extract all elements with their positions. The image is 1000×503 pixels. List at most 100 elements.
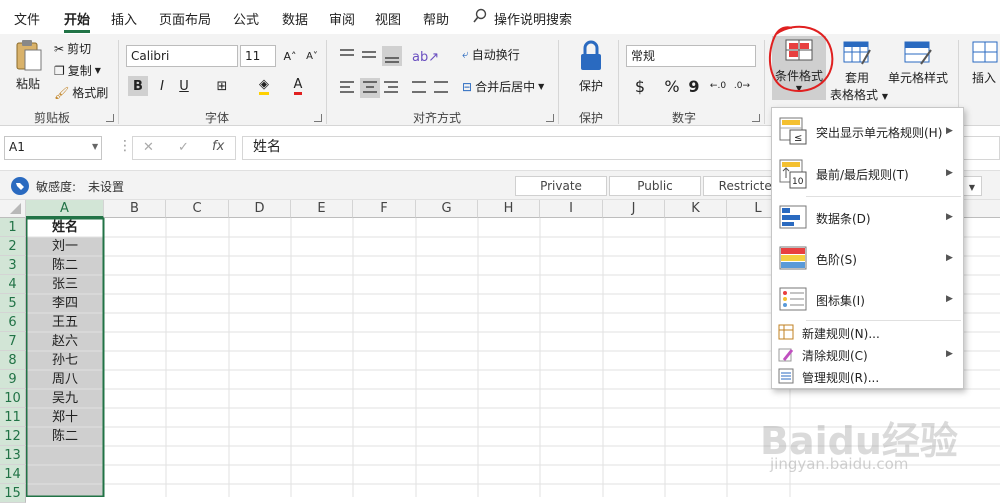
cell-a3[interactable]: 陈二 — [26, 256, 104, 275]
font-launcher[interactable] — [314, 114, 322, 122]
sensitivity-private-button[interactable]: Private — [515, 176, 607, 196]
row-header-5[interactable]: 5 — [0, 294, 26, 313]
tab-help[interactable]: 帮助 — [423, 9, 449, 28]
column-header-f[interactable]: F — [353, 200, 416, 218]
name-box[interactable]: A1 — [4, 136, 102, 160]
column-header-c[interactable]: C — [166, 200, 229, 218]
comma-button[interactable]: 9 — [684, 76, 704, 96]
enter-icon[interactable]: ✓ — [178, 140, 189, 155]
tab-data[interactable]: 数据 — [282, 9, 308, 28]
cell-a12[interactable]: 陈二 — [26, 427, 104, 446]
bold-button[interactable]: B — [128, 76, 148, 96]
column-header-j[interactable]: J — [603, 200, 665, 218]
sensitivity-dropdown-button[interactable]: ▼ — [962, 176, 982, 196]
cell-a13[interactable] — [26, 446, 104, 465]
row-header-6[interactable]: 6 — [0, 313, 26, 332]
horizontal-align-icons[interactable] — [338, 78, 458, 98]
row-header-10[interactable]: 10 — [0, 389, 26, 408]
menu-item-highlight-rules[interactable]: ≤ 突出显示单元格规则(H) ▶ — [772, 112, 963, 152]
divider — [618, 40, 619, 124]
row-header-12[interactable]: 12 — [0, 427, 26, 446]
column-header-a[interactable]: A — [26, 200, 104, 218]
increase-decimal-button[interactable]: ←.0 — [708, 76, 728, 96]
merge-center-button[interactable]: ⊟ 合并后居中 ▼ — [462, 78, 544, 95]
wrap-text-button[interactable]: ⤶ 自动换行 — [462, 46, 520, 63]
cancel-icon[interactable]: ✕ — [143, 140, 154, 155]
menu-item-manage-rules[interactable]: 管理规则(R)... — [772, 365, 963, 387]
tab-page-layout[interactable]: 页面布局 — [159, 9, 211, 28]
column-header-h[interactable]: H — [478, 200, 540, 218]
protect-button[interactable]: 保护 — [570, 38, 612, 94]
row-header-13[interactable]: 13 — [0, 446, 26, 465]
column-header-g[interactable]: G — [416, 200, 478, 218]
number-format-select[interactable]: 常规 — [626, 45, 756, 67]
cell-a11[interactable]: 郑十 — [26, 408, 104, 427]
copy-button[interactable]: ❐ 复制 ▼ — [54, 62, 101, 79]
row-header-15[interactable]: 15 — [0, 484, 26, 503]
cell-a5[interactable]: 李四 — [26, 294, 104, 313]
cell-a15[interactable] — [26, 484, 104, 503]
column-header-i[interactable]: I — [540, 200, 603, 218]
tab-file[interactable]: 文件 — [14, 9, 40, 28]
font-size-select[interactable]: 11 — [240, 45, 276, 67]
cell-a1[interactable]: 姓名 — [26, 218, 104, 237]
row-header-1[interactable]: 1 — [0, 218, 26, 237]
font-name-select[interactable]: Calibri — [126, 45, 238, 67]
row-header-3[interactable]: 3 — [0, 256, 26, 275]
alignment-launcher[interactable] — [546, 114, 554, 122]
number-launcher[interactable] — [752, 114, 760, 122]
menu-item-top-bottom-rules[interactable]: 10 最前/最后规则(T) ▶ — [772, 154, 963, 194]
font-color-button[interactable]: A — [288, 76, 308, 96]
select-all-corner[interactable] — [0, 200, 26, 218]
paste-button[interactable]: 粘贴 — [10, 38, 46, 92]
percent-button[interactable]: % — [662, 76, 682, 96]
cell-a10[interactable]: 吴九 — [26, 389, 104, 408]
cell-a6[interactable]: 王五 — [26, 313, 104, 332]
cell-a9[interactable]: 周八 — [26, 370, 104, 389]
sensitivity-public-button[interactable]: Public — [609, 176, 701, 196]
row-header-8[interactable]: 8 — [0, 351, 26, 370]
format-painter-button[interactable]: 🖌 格式刷 — [54, 84, 108, 101]
row-header-2[interactable]: 2 — [0, 237, 26, 256]
menu-item-clear-rules[interactable]: 清除规则(C) ▶ — [772, 343, 963, 365]
vertical-align-icons[interactable]: ab↗ — [338, 46, 458, 66]
clipboard-launcher[interactable] — [106, 114, 114, 122]
insert-cells-button[interactable]: 插入 — [968, 38, 1000, 86]
row-header-11[interactable]: 11 — [0, 408, 26, 427]
column-header-e[interactable]: E — [291, 200, 353, 218]
column-header-b[interactable]: B — [104, 200, 166, 218]
menu-item-data-bars[interactable]: 数据条(D) ▶ — [772, 198, 963, 238]
borders-button[interactable]: ⊞ — [212, 76, 232, 96]
menu-item-new-rule[interactable]: 新建规则(N)... — [772, 321, 963, 343]
cell-a7[interactable]: 赵六 — [26, 332, 104, 351]
currency-button[interactable]: $ — [630, 76, 650, 96]
underline-button[interactable]: U — [174, 76, 194, 96]
row-header-7[interactable]: 7 — [0, 332, 26, 351]
tab-home[interactable]: 开始 — [64, 9, 90, 28]
column-header-k[interactable]: K — [665, 200, 727, 218]
insert-function-icon[interactable]: fx — [212, 139, 224, 154]
cut-button[interactable]: ✂ 剪切 — [54, 40, 91, 57]
format-as-table-button[interactable]: 套用 表格格式 ▼ — [830, 38, 888, 102]
cell-a4[interactable]: 张三 — [26, 275, 104, 294]
cell-a8[interactable]: 孙七 — [26, 351, 104, 370]
column-header-d[interactable]: D — [229, 200, 291, 218]
tab-view[interactable]: 视图 — [375, 9, 401, 28]
fill-color-button[interactable]: ◈ — [254, 76, 274, 96]
cell-a14[interactable] — [26, 465, 104, 484]
cell-a2[interactable]: 刘一 — [26, 237, 104, 256]
row-header-9[interactable]: 9 — [0, 370, 26, 389]
menu-item-icon-sets[interactable]: 图标集(I) ▶ — [772, 280, 963, 320]
tell-me-search[interactable]: 操作说明搜索 — [494, 9, 572, 28]
cell-styles-button[interactable]: 单元格样式 — [886, 38, 950, 86]
tab-formulas[interactable]: 公式 — [233, 9, 259, 28]
shrink-font-button[interactable]: A˅ — [302, 46, 322, 66]
tab-review[interactable]: 审阅 — [329, 9, 355, 28]
menu-item-color-scales[interactable]: 色阶(S) ▶ — [772, 239, 963, 279]
grow-font-button[interactable]: A˄ — [280, 46, 300, 66]
decrease-decimal-button[interactable]: .0→ — [732, 76, 752, 96]
row-header-4[interactable]: 4 — [0, 275, 26, 294]
italic-button[interactable]: I — [152, 76, 172, 96]
row-header-14[interactable]: 14 — [0, 465, 26, 484]
tab-insert[interactable]: 插入 — [111, 9, 137, 28]
